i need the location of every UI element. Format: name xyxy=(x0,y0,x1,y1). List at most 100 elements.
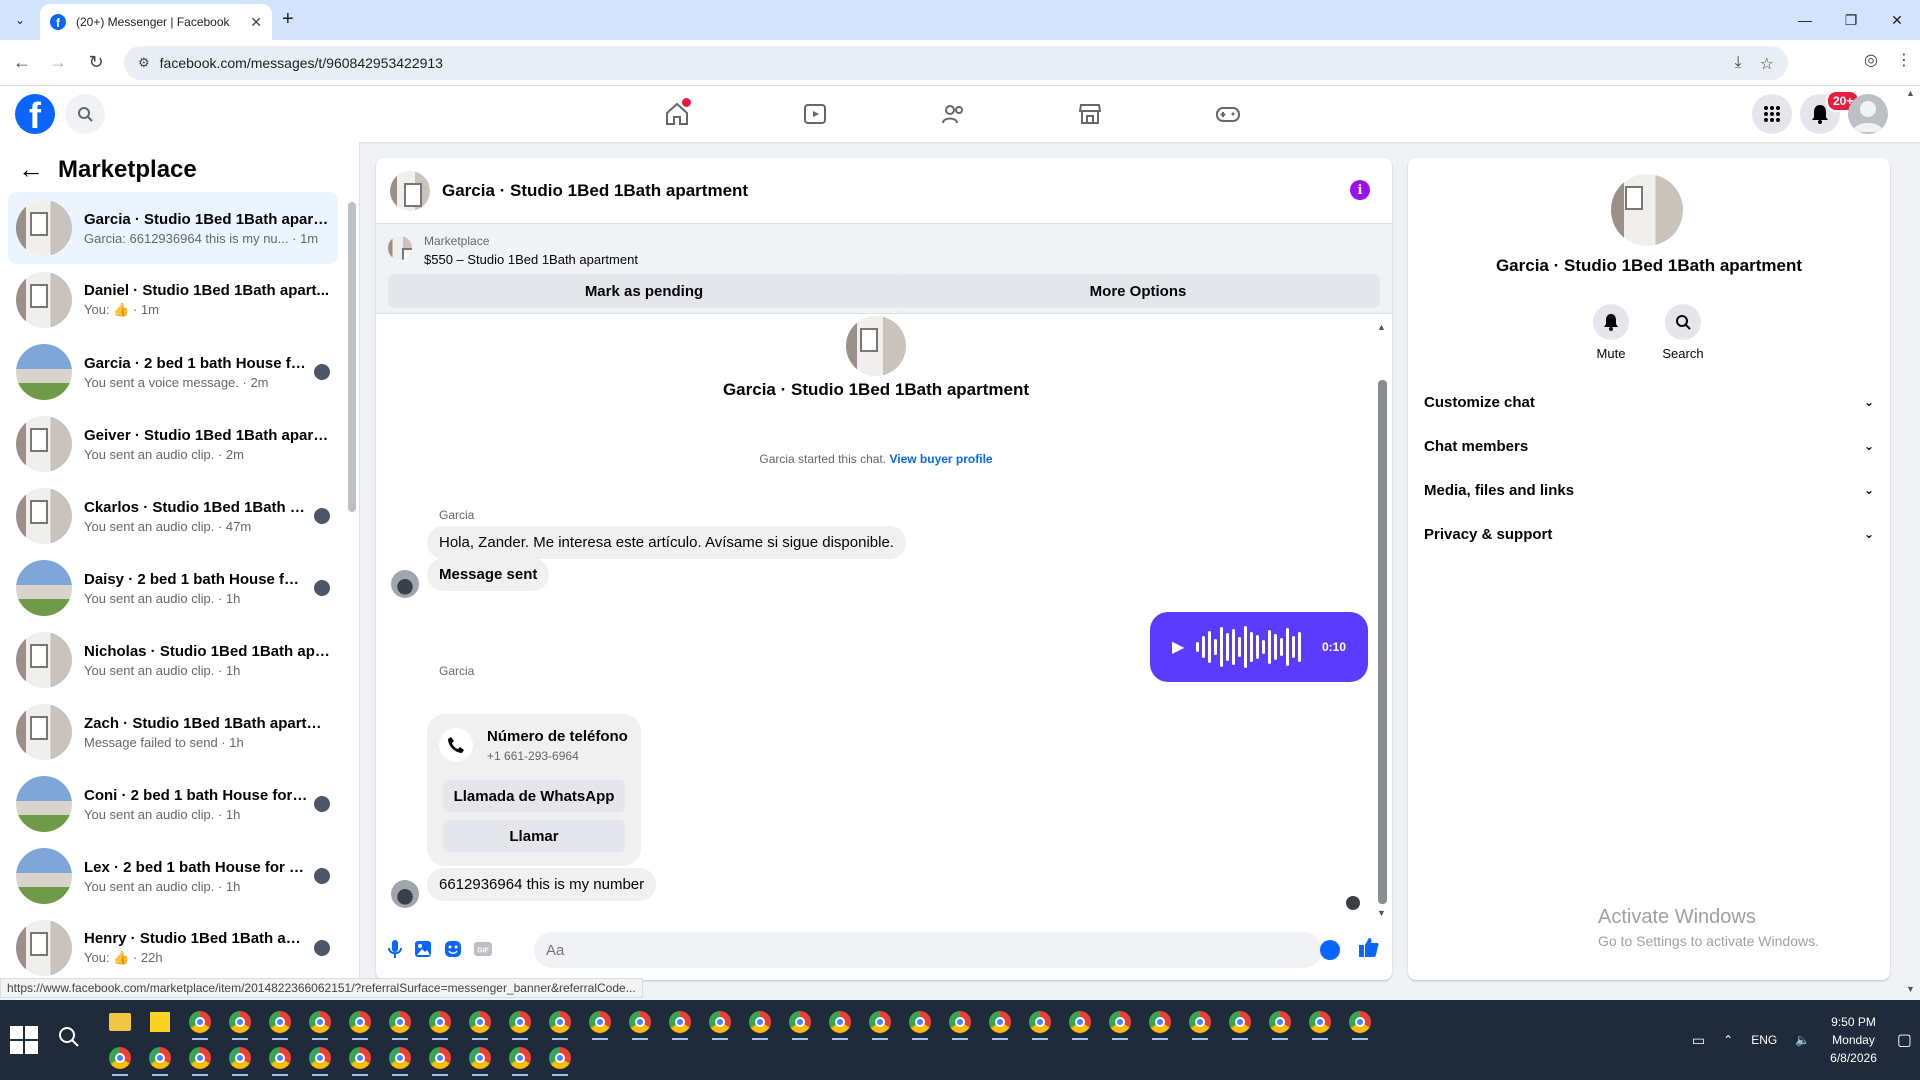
info-icon[interactable]: i xyxy=(1350,180,1370,200)
chrome-taskbar-icon[interactable] xyxy=(500,1004,540,1040)
chrome-taskbar-icon[interactable] xyxy=(1300,1004,1340,1040)
chat-avatar[interactable] xyxy=(390,170,430,211)
conversation-item[interactable]: Garcia · 2 bed 1 bath House fo... You sen… xyxy=(8,336,338,408)
chrome-taskbar-icon[interactable] xyxy=(260,1004,300,1040)
conversation-item[interactable]: Garcia · Studio 1Bed 1Bath apart... Garci… xyxy=(8,192,338,264)
chrome-taskbar-icon[interactable] xyxy=(540,1004,580,1040)
chrome-taskbar-icon[interactable] xyxy=(900,1004,940,1040)
chrome-taskbar-icon[interactable] xyxy=(540,1040,580,1076)
chrome-taskbar-icon[interactable] xyxy=(1340,1004,1380,1040)
network-icon[interactable]: ▭ xyxy=(1692,1032,1705,1049)
omnibox[interactable]: ⚙ facebook.com/messages/t/96084295342291… xyxy=(124,46,1788,80)
play-icon[interactable]: ▶ xyxy=(1172,637,1184,657)
bookmark-star-icon[interactable]: ☆ xyxy=(1760,54,1774,74)
chrome-taskbar-icon[interactable] xyxy=(620,1004,660,1040)
chrome-taskbar-icon[interactable] xyxy=(1060,1004,1100,1040)
chrome-taskbar-icon[interactable] xyxy=(380,1040,420,1076)
notification-center-icon[interactable]: ▢ xyxy=(1897,1030,1912,1050)
search-action[interactable]: Search xyxy=(1653,304,1713,361)
conversation-item[interactable]: Henry · Studio 1Bed 1Bath apa... You: 👍 ·… xyxy=(8,912,338,984)
groups-nav-icon[interactable] xyxy=(939,100,967,128)
file-explorer-icon[interactable] xyxy=(100,1004,140,1040)
view-buyer-profile-link[interactable]: View buyer profile xyxy=(889,452,992,466)
image-icon[interactable] xyxy=(412,938,434,960)
restore-button[interactable]: ❐ xyxy=(1828,0,1874,40)
listing-title[interactable]: $550 – Studio 1Bed 1Bath apartment xyxy=(424,252,638,267)
customize-chat-section[interactable]: Customize chat ⌄ xyxy=(1424,380,1874,424)
chrome-taskbar-icon[interactable] xyxy=(220,1004,260,1040)
conversation-item[interactable]: Zach · Studio 1Bed 1Bath apartm... Messag… xyxy=(8,696,338,768)
chrome-taskbar-icon[interactable] xyxy=(180,1004,220,1040)
sender-avatar[interactable] xyxy=(391,570,419,598)
chrome-taskbar-icon[interactable] xyxy=(1140,1004,1180,1040)
conversation-item[interactable]: Daniel · Studio 1Bed 1Bath apart... You: … xyxy=(8,264,338,336)
chrome-taskbar-icon[interactable] xyxy=(340,1004,380,1040)
site-info-icon[interactable]: ⚙ xyxy=(138,55,150,71)
conversation-item[interactable]: Coni · 2 bed 1 bath House for ... You sen… xyxy=(8,768,338,840)
voice-message[interactable]: ▶ 0:10 xyxy=(1150,612,1368,682)
chrome-taskbar-icon[interactable] xyxy=(700,1004,740,1040)
chrome-taskbar-icon[interactable] xyxy=(420,1004,460,1040)
chrome-taskbar-icon[interactable] xyxy=(740,1004,780,1040)
message-bubble[interactable]: Message sent xyxy=(427,558,550,591)
scroll-down-arrow[interactable]: ▼ xyxy=(1377,908,1386,918)
chrome-taskbar-icon[interactable] xyxy=(100,1040,140,1076)
chat-members-section[interactable]: Chat members ⌄ xyxy=(1424,424,1874,468)
call-button[interactable]: Llamar xyxy=(443,820,625,852)
minimize-button[interactable]: — xyxy=(1782,0,1828,40)
chrome-taskbar-icon[interactable] xyxy=(140,1040,180,1076)
chrome-taskbar-icon[interactable] xyxy=(220,1040,260,1076)
install-app-icon[interactable]: ⤓ xyxy=(1735,54,1742,74)
chrome-taskbar-icon[interactable] xyxy=(300,1040,340,1076)
tab-search-dropdown[interactable]: ⌄ xyxy=(8,8,32,32)
chrome-taskbar-icon[interactable] xyxy=(460,1040,500,1076)
chrome-taskbar-icon[interactable] xyxy=(500,1040,540,1076)
browser-tab[interactable]: f (20+) Messenger | Facebook ✕ xyxy=(40,4,272,40)
reload-button[interactable]: ↻ xyxy=(84,50,108,74)
chrome-taskbar-icon[interactable] xyxy=(1220,1004,1260,1040)
chrome-taskbar-icon[interactable] xyxy=(980,1004,1020,1040)
gif-icon[interactable]: GIF xyxy=(472,938,494,960)
chrome-taskbar-icon[interactable] xyxy=(1100,1004,1140,1040)
chrome-taskbar-icon[interactable] xyxy=(1180,1004,1220,1040)
browser-menu-icon[interactable]: ⋮ xyxy=(1896,50,1912,70)
chrome-taskbar-icon[interactable] xyxy=(180,1040,220,1076)
conversation-item[interactable]: Ckarlos · Studio 1Bed 1Bath ap... You sen… xyxy=(8,480,338,552)
chrome-taskbar-icon[interactable] xyxy=(860,1004,900,1040)
chrome-taskbar-icon[interactable] xyxy=(820,1004,860,1040)
like-thumb-icon[interactable] xyxy=(1358,936,1380,958)
marketplace-nav-icon[interactable] xyxy=(1076,100,1104,128)
search-icon[interactable] xyxy=(65,94,105,134)
chrome-taskbar-icon[interactable] xyxy=(660,1004,700,1040)
marketplace-banner[interactable]: Marketplace $550 – Studio 1Bed 1Bath apa… xyxy=(376,224,1392,314)
message-bubble[interactable]: Hola, Zander. Me interesa este artículo.… xyxy=(427,526,906,559)
language-indicator[interactable]: ENG xyxy=(1751,1033,1777,1047)
more-options-button[interactable]: More Options xyxy=(896,274,1380,308)
chrome-taskbar-icon[interactable] xyxy=(580,1004,620,1040)
video-nav-icon[interactable] xyxy=(801,100,829,128)
message-bubble[interactable]: 6612936964 this is my number xyxy=(427,868,657,901)
microphone-icon[interactable] xyxy=(384,938,406,960)
account-avatar[interactable] xyxy=(1848,94,1888,134)
mark-pending-button[interactable]: Mark as pending xyxy=(388,274,900,308)
chrome-taskbar-icon[interactable] xyxy=(1260,1004,1300,1040)
forward-button[interactable]: → xyxy=(46,50,70,74)
chrome-taskbar-icon[interactable] xyxy=(780,1004,820,1040)
chrome-taskbar-icon[interactable] xyxy=(380,1004,420,1040)
emoji-icon[interactable] xyxy=(1320,940,1340,960)
conversation-item[interactable]: Nicholas · Studio 1Bed 1Bath apa... You s… xyxy=(8,624,338,696)
sticky-notes-icon[interactable] xyxy=(140,1004,180,1040)
chrome-taskbar-icon[interactable] xyxy=(940,1004,980,1040)
sidebar-scrollbar[interactable] xyxy=(348,202,356,512)
conversation-item[interactable]: Geiver · Studio 1Bed 1Bath apart... You s… xyxy=(8,408,338,480)
chrome-taskbar-icon[interactable] xyxy=(260,1040,300,1076)
new-tab-button[interactable]: + xyxy=(282,8,294,31)
facebook-logo[interactable]: f xyxy=(15,94,55,134)
windows-start-icon[interactable] xyxy=(10,1026,38,1054)
chrome-taskbar-icon[interactable] xyxy=(300,1004,340,1040)
whatsapp-call-button[interactable]: Llamada de WhatsApp xyxy=(443,780,625,812)
chrome-taskbar-icon[interactable] xyxy=(340,1040,380,1076)
chat-scrollbar[interactable] xyxy=(1378,380,1387,904)
back-button[interactable]: ← xyxy=(10,50,34,74)
back-arrow-icon[interactable]: ← xyxy=(18,154,44,185)
